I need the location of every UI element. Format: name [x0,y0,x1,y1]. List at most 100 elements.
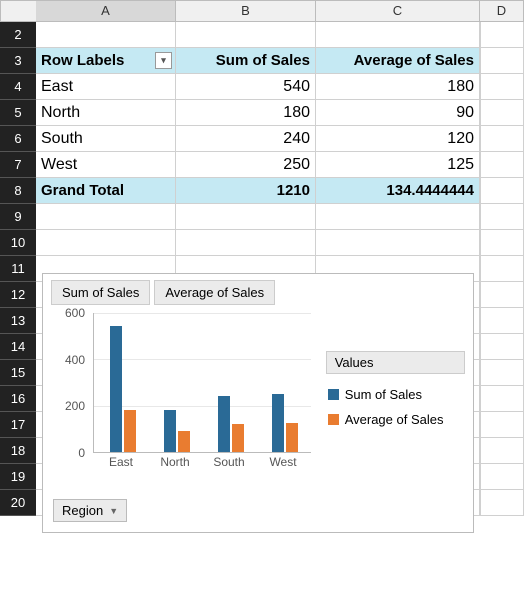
chart-field-sum-button[interactable]: Sum of Sales [51,280,150,305]
cell-D14[interactable] [480,334,524,360]
row-labels-filter-icon[interactable]: ▾ [155,52,172,69]
legend-label-sum: Sum of Sales [345,387,422,402]
column-headers: A B C D [0,0,524,22]
chart-legend: Values Sum of Sales Average of Sales [326,351,465,473]
row-header-9[interactable]: 9 [0,204,36,230]
pivot-grand-total-sum[interactable]: 1210 [176,178,316,204]
legend-title: Values [326,351,465,374]
pivot-south-avg[interactable]: 120 [316,126,480,152]
row-header-16[interactable]: 16 [0,386,36,412]
pivot-row-east[interactable]: East [36,74,176,100]
row-header-19[interactable]: 19 [0,464,36,490]
row-header-6[interactable]: 6 [0,126,36,152]
x-label-east: East [99,455,143,469]
bar-east-avg[interactable] [124,410,136,452]
col-header-C[interactable]: C [316,0,480,22]
chart-plot-inner [93,313,311,453]
row-header-2[interactable]: 2 [0,22,36,48]
legend-item-avg[interactable]: Average of Sales [326,407,465,432]
cell-B9[interactable] [176,204,316,230]
cell-D4[interactable] [480,74,524,100]
row-header-20[interactable]: 20 [0,490,36,516]
chart-field-buttons: Sum of Sales Average of Sales [43,274,473,309]
chart-x-labels: East North South West [93,455,311,473]
select-all-corner[interactable] [0,0,36,22]
x-label-south: South [207,455,251,469]
row-header-18[interactable]: 18 [0,438,36,464]
x-label-north: North [153,455,197,469]
pivot-north-sum[interactable]: 180 [176,100,316,126]
y-tick-600: 600 [55,306,85,320]
row-header-11[interactable]: 11 [0,256,36,282]
cell-D10[interactable] [480,230,524,256]
row-header-14[interactable]: 14 [0,334,36,360]
legend-label-avg: Average of Sales [345,412,444,427]
row-header-12[interactable]: 12 [0,282,36,308]
cell-D5[interactable] [480,100,524,126]
row-header-8[interactable]: 8 [0,178,36,204]
cell-D20[interactable] [480,490,524,516]
cell-D8[interactable] [480,178,524,204]
bar-west-sum[interactable] [272,394,284,452]
row-header-15[interactable]: 15 [0,360,36,386]
cell-C9[interactable] [316,204,480,230]
pivot-row-labels-header[interactable]: Row Labels ▾ [36,48,176,74]
cell-D16[interactable] [480,386,524,412]
pivot-row-west[interactable]: West [36,152,176,178]
row-header-10[interactable]: 10 [0,230,36,256]
row-header-17[interactable]: 17 [0,412,36,438]
cell-D11[interactable] [480,256,524,282]
pivot-west-sum[interactable]: 250 [176,152,316,178]
pivot-west-avg[interactable]: 125 [316,152,480,178]
chart-field-avg-button[interactable]: Average of Sales [154,280,275,305]
cell-A2[interactable] [36,22,176,48]
bar-west-avg[interactable] [286,423,298,452]
cell-D2[interactable] [480,22,524,48]
cell-A10[interactable] [36,230,176,256]
bar-south-sum[interactable] [218,396,230,452]
cell-C2[interactable] [316,22,480,48]
pivot-east-sum[interactable]: 540 [176,74,316,100]
cell-D13[interactable] [480,308,524,334]
pivot-east-avg[interactable]: 180 [316,74,480,100]
row-header-13[interactable]: 13 [0,308,36,334]
cell-B2[interactable] [176,22,316,48]
pivot-col-avg-header[interactable]: Average of Sales [316,48,480,74]
col-header-A[interactable]: A [36,0,176,22]
pivot-chart[interactable]: Sum of Sales Average of Sales 600 400 20… [42,273,474,533]
pivot-north-avg[interactable]: 90 [316,100,480,126]
chart-y-axis: 600 400 200 0 [55,313,89,453]
cell-A9[interactable] [36,204,176,230]
pivot-grand-total-avg[interactable]: 134.4444444 [316,178,480,204]
row-header-3[interactable]: 3 [0,48,36,74]
y-tick-0: 0 [55,446,85,460]
pivot-grand-total-label[interactable]: Grand Total [36,178,176,204]
pivot-col-sum-header[interactable]: Sum of Sales [176,48,316,74]
cell-D6[interactable] [480,126,524,152]
cell-D15[interactable] [480,360,524,386]
cell-D12[interactable] [480,282,524,308]
pivot-row-south[interactable]: South [36,126,176,152]
cell-D9[interactable] [480,204,524,230]
cell-D19[interactable] [480,464,524,490]
cell-D18[interactable] [480,438,524,464]
bar-east-sum[interactable] [110,326,122,452]
col-header-D[interactable]: D [480,0,524,22]
pivot-row-north[interactable]: North [36,100,176,126]
chart-plot-area: 600 400 200 0 [55,313,314,473]
bar-north-sum[interactable] [164,410,176,452]
bar-north-avg[interactable] [178,431,190,452]
cell-C10[interactable] [316,230,480,256]
chart-region-filter-button[interactable]: Region ▼ [53,499,127,522]
legend-item-sum[interactable]: Sum of Sales [326,382,465,407]
pivot-south-sum[interactable]: 240 [176,126,316,152]
bar-south-avg[interactable] [232,424,244,452]
row-header-5[interactable]: 5 [0,100,36,126]
cell-B10[interactable] [176,230,316,256]
col-header-B[interactable]: B [176,0,316,22]
cell-D7[interactable] [480,152,524,178]
cell-D17[interactable] [480,412,524,438]
cell-D3[interactable] [480,48,524,74]
row-header-4[interactable]: 4 [0,74,36,100]
row-header-7[interactable]: 7 [0,152,36,178]
